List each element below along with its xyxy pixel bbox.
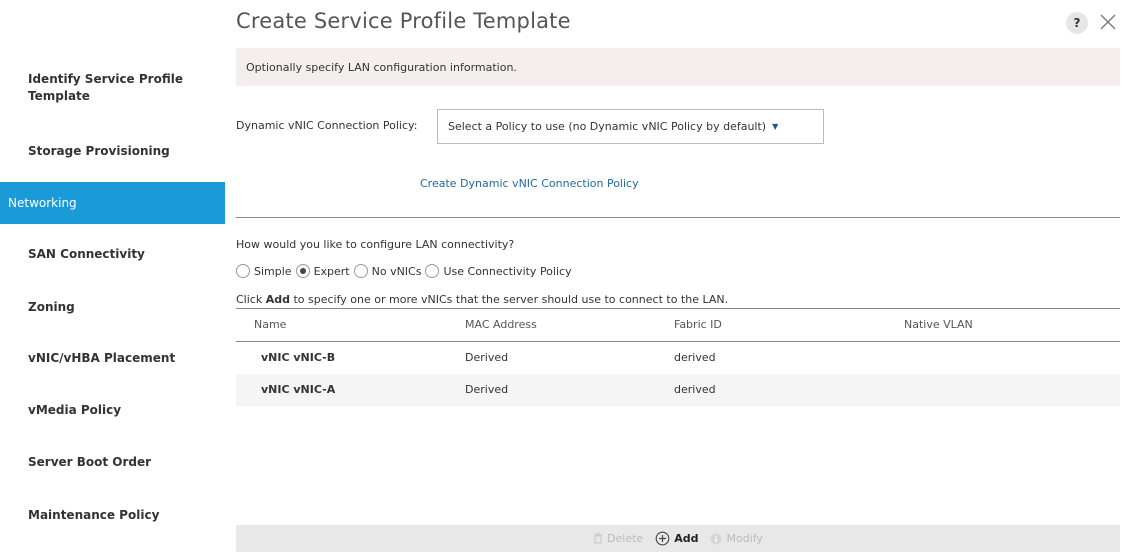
caret-down-icon: ▼ — [772, 122, 779, 131]
radio-button[interactable] — [425, 264, 440, 278]
close-icon — [1100, 14, 1116, 30]
add-label: Add — [674, 532, 699, 545]
table-header: Name MAC Address Fabric ID Native VLAN — [236, 309, 1120, 342]
sidebar-item-label: Server Boot Order — [28, 455, 152, 469]
sidebar-item-label: Identify Service Profile Template — [28, 72, 183, 103]
sidebar-item-label: Zoning — [28, 300, 75, 314]
cell-mac: Derived — [465, 383, 509, 396]
sidebar-item-storage-provisioning[interactable]: Storage Provisioning — [0, 135, 225, 167]
table-row[interactable]: vNIC vNIC-A Derived derived — [236, 374, 1120, 406]
radio-label: Expert — [313, 264, 350, 278]
sidebar-item-networking[interactable]: Networking — [0, 182, 225, 224]
dynamic-vnic-policy-label: Dynamic vNIC Connection Policy: — [236, 119, 418, 132]
radio-use-connectivity-policy[interactable]: Use Connectivity Policy — [425, 264, 572, 278]
sidebar-item-server-boot-order[interactable]: Server Boot Order — [0, 446, 225, 478]
hint-suffix: to specify one or more vNICs that the se… — [289, 293, 729, 306]
info-icon — [710, 533, 722, 545]
sidebar-item-maintenance-policy[interactable]: Maintenance Policy — [0, 499, 225, 531]
radio-button[interactable] — [236, 264, 250, 278]
column-header-name[interactable]: Name — [254, 318, 286, 331]
column-header-mac-address[interactable]: MAC Address — [465, 318, 537, 331]
radio-label: Use Connectivity Policy — [443, 264, 572, 278]
delete-label: Delete — [607, 532, 644, 545]
sidebar-item-label: SAN Connectivity — [28, 247, 145, 261]
close-button[interactable] — [1096, 9, 1120, 35]
cell-fabric: derived — [674, 351, 716, 364]
sidebar-item-label: Maintenance Policy — [28, 508, 160, 522]
plus-circle-icon — [655, 531, 670, 546]
cell-name: vNIC vNIC-A — [261, 383, 336, 396]
sidebar-item-identify-service-profile-template[interactable]: Identify Service Profile Template — [0, 64, 225, 112]
sidebar-item-vmedia-policy[interactable]: vMedia Policy — [0, 394, 225, 426]
radio-simple[interactable]: Simple — [236, 264, 292, 278]
sidebar-item-zoning[interactable]: Zoning — [0, 291, 225, 323]
radio-label: Simple — [254, 264, 292, 278]
table-row[interactable]: vNIC vNIC-B Derived derived — [236, 342, 1120, 374]
cell-mac: Derived — [465, 351, 509, 364]
vnic-table: Name MAC Address Fabric ID Native VLAN v… — [236, 308, 1120, 546]
cell-fabric: derived — [674, 383, 716, 396]
radio-button-checked[interactable] — [295, 264, 310, 278]
sidebar-item-label: Storage Provisioning — [28, 144, 170, 158]
hint-prefix: Click — [236, 293, 266, 306]
sidebar-item-vnic-vhba-placement[interactable]: vNIC/vHBA Placement — [0, 342, 225, 374]
add-hint-text: Click Add to specify one or more vNICs t… — [236, 293, 728, 306]
info-banner: Optionally specify LAN configuration inf… — [236, 48, 1120, 86]
delete-button[interactable]: Delete — [593, 532, 643, 545]
question-icon: ? — [1073, 16, 1081, 30]
dynamic-vnic-policy-select[interactable]: Select a Policy to use (no Dynamic vNIC … — [437, 109, 824, 144]
sidebar-item-san-connectivity[interactable]: SAN Connectivity — [0, 238, 225, 270]
radio-no-vnics[interactable]: No vNICs — [353, 264, 422, 278]
column-header-fabric-id[interactable]: Fabric ID — [674, 318, 722, 331]
radio-expert[interactable]: Expert — [295, 264, 350, 278]
create-dynamic-vnic-policy-link[interactable]: Create Dynamic vNIC Connection Policy — [420, 177, 639, 190]
lan-question: How would you like to configure LAN conn… — [236, 238, 515, 251]
sidebar-item-label: vMedia Policy — [28, 403, 122, 417]
wizard-sidebar: Identify Service Profile Template Storag… — [0, 0, 225, 552]
cell-name: vNIC vNIC-B — [261, 351, 336, 364]
section-divider — [236, 217, 1120, 218]
radio-label: No vNICs — [371, 264, 422, 278]
table-action-bar: Delete Add Modify — [236, 525, 1120, 552]
column-header-native-vlan[interactable]: Native VLAN — [904, 318, 973, 331]
modify-button[interactable]: Modify — [710, 532, 763, 545]
help-button[interactable]: ? — [1066, 12, 1088, 34]
page-title: Create Service Profile Template — [236, 9, 571, 33]
trash-icon — [593, 533, 603, 544]
add-button[interactable]: Add — [655, 531, 698, 546]
lan-mode-radio-group: Simple Expert No vNICs Use Connectivity … — [236, 264, 576, 278]
sidebar-item-label: Networking — [8, 196, 77, 210]
sidebar-item-label: vNIC/vHBA Placement — [28, 351, 176, 365]
hint-bold: Add — [265, 293, 290, 306]
policy-select-value: Select a Policy to use (no Dynamic vNIC … — [448, 120, 767, 133]
modify-label: Modify — [726, 532, 763, 545]
radio-button[interactable] — [353, 264, 368, 278]
info-banner-text: Optionally specify LAN configuration inf… — [246, 61, 517, 74]
